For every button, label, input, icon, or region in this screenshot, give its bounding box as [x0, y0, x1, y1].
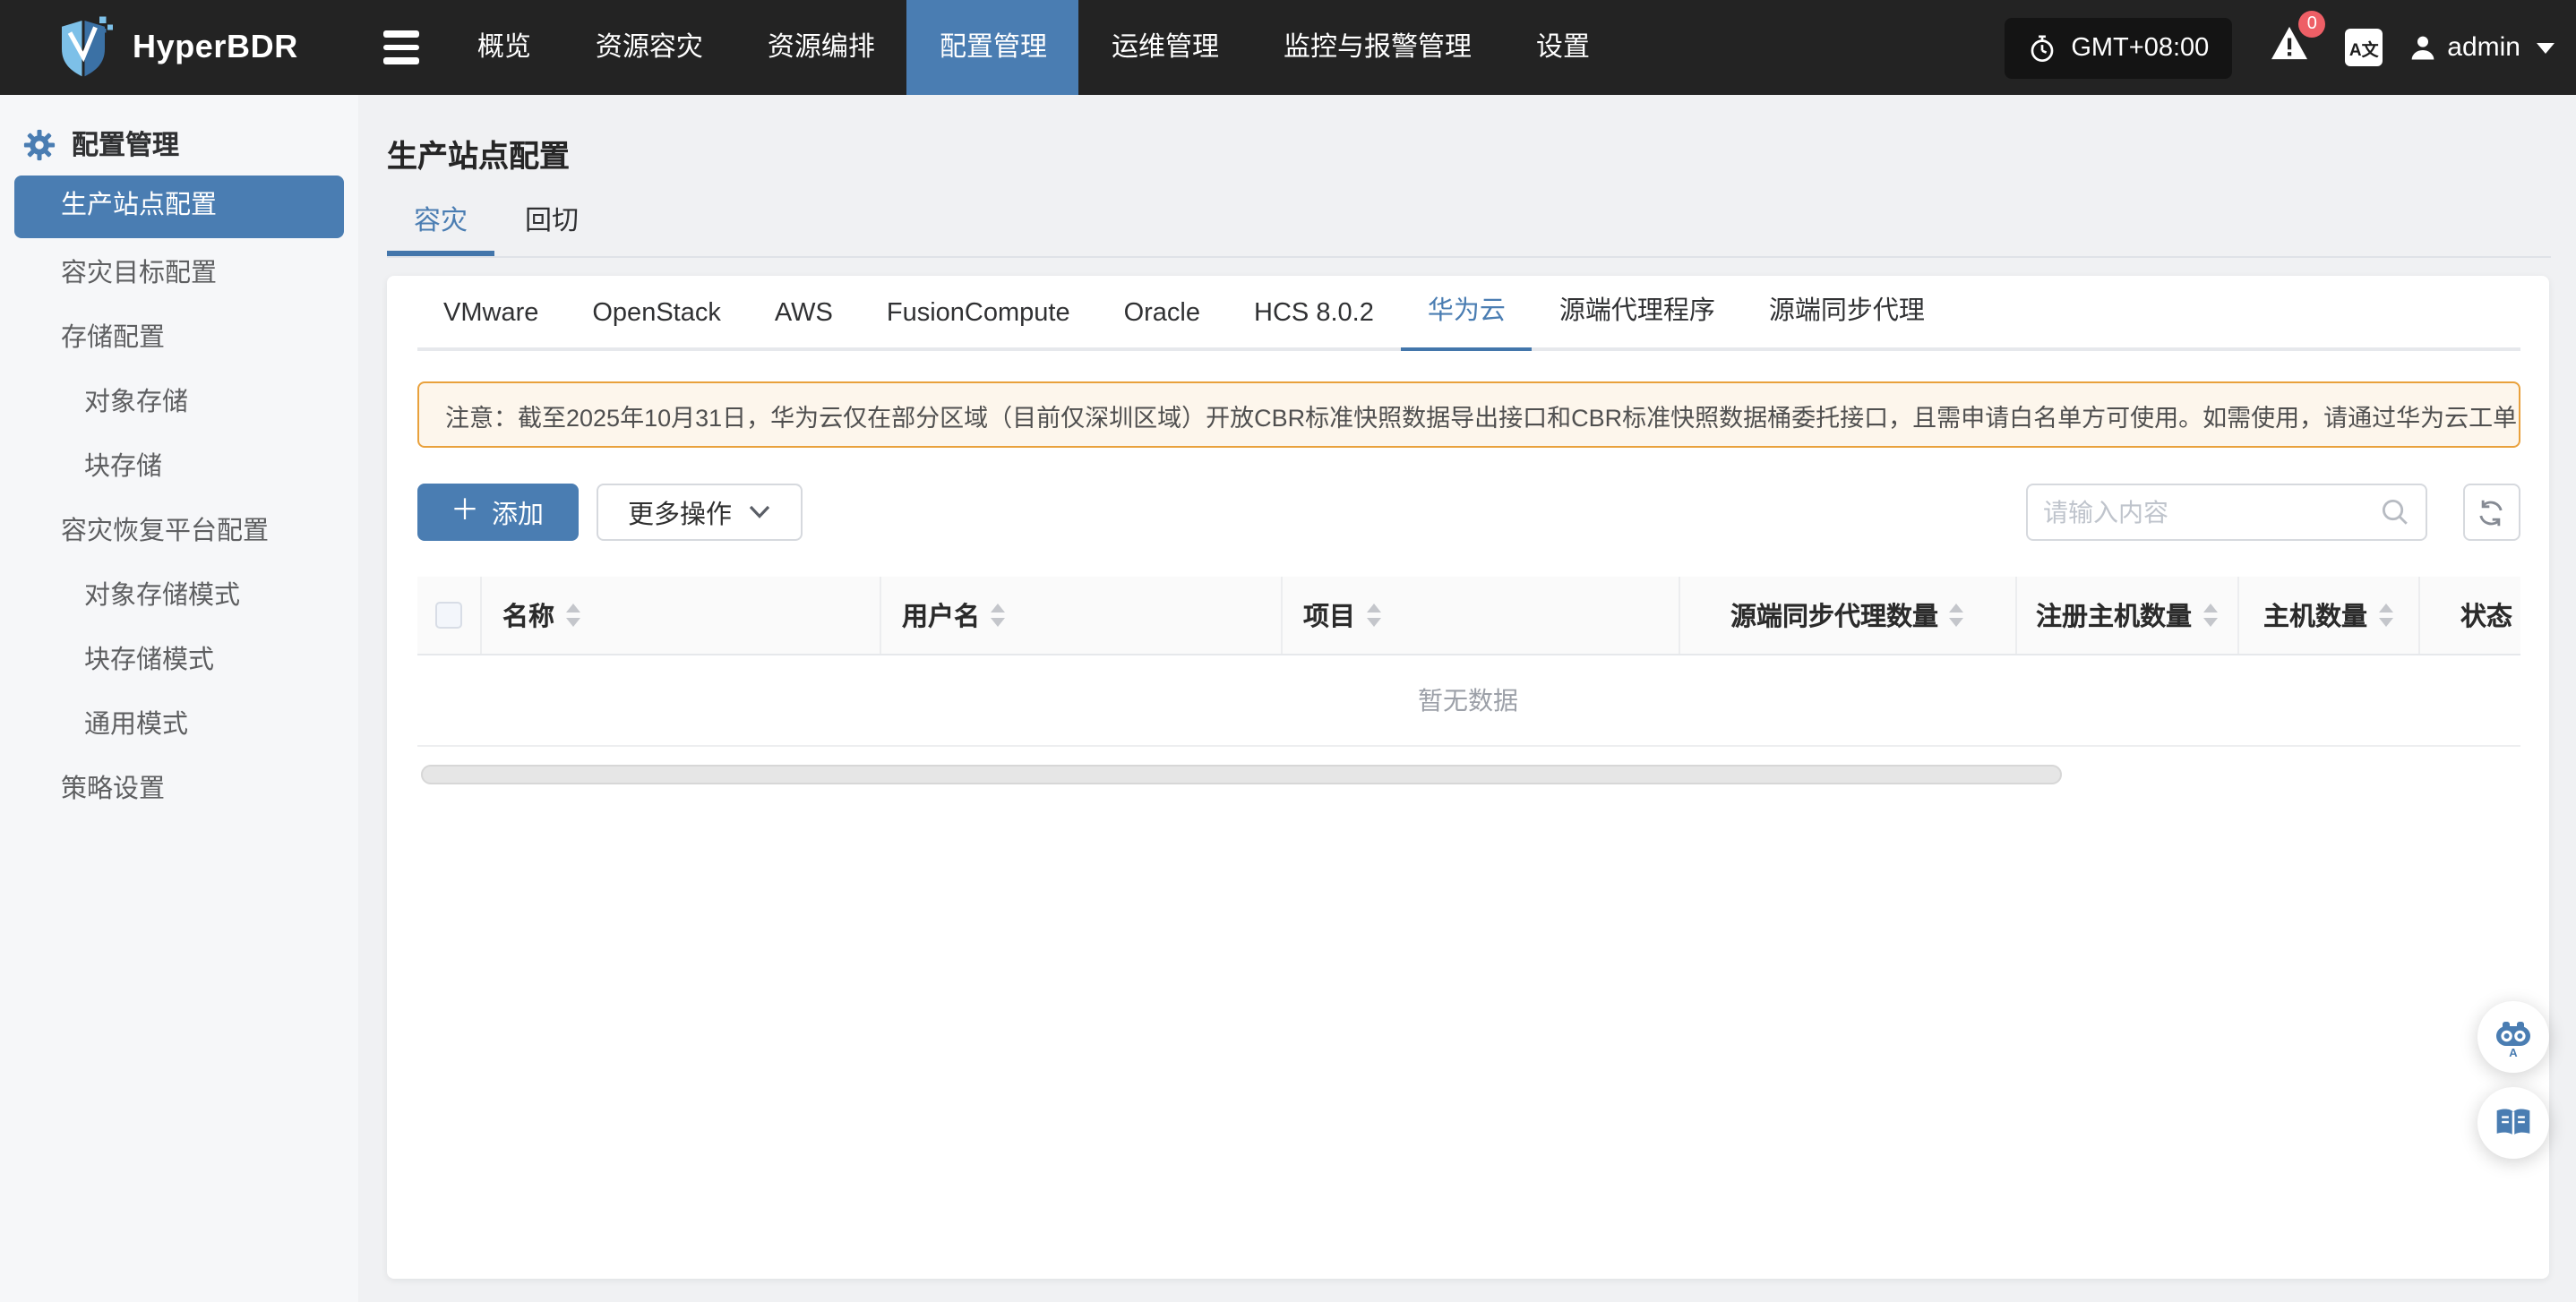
- sidebar-item-object-storage[interactable]: 对象存储: [0, 371, 358, 435]
- column-header-sync-agent-count[interactable]: 源端同步代理数量: [1679, 577, 2016, 654]
- nav-item-config-mgmt[interactable]: 配置管理: [907, 0, 1079, 95]
- sort-icon[interactable]: [2202, 604, 2217, 627]
- plus-icon: ＋: [451, 498, 479, 527]
- sidebar-item-block-storage[interactable]: 块存储: [0, 435, 358, 500]
- assistant-fab[interactable]: A: [2477, 1001, 2549, 1073]
- search-input[interactable]: [2043, 498, 2380, 527]
- nav-item-ops-mgmt[interactable]: 运维管理: [1079, 0, 1251, 95]
- sidebar-item-dr-target-config[interactable]: 容灾目标配置: [0, 242, 358, 306]
- tabs-divider: [387, 255, 2551, 258]
- user-menu[interactable]: admin: [2409, 32, 2555, 63]
- column-header-name[interactable]: 名称: [481, 577, 880, 654]
- column-header-host-count[interactable]: 主机数量: [2238, 577, 2419, 654]
- search-icon[interactable]: [2380, 498, 2409, 527]
- active-tab-indicator: [387, 251, 494, 256]
- more-actions-button[interactable]: 更多操作: [596, 484, 802, 541]
- nav-item-orchestration[interactable]: 资源编排: [735, 0, 907, 95]
- sidebar-item-storage-config[interactable]: 存储配置: [0, 306, 358, 371]
- sidebar-item-block-storage-mode[interactable]: 块存储模式: [0, 629, 358, 693]
- nav-item-overview[interactable]: 概览: [445, 0, 563, 95]
- add-button[interactable]: ＋ 添加: [416, 484, 578, 541]
- search-box: [2025, 484, 2426, 541]
- sites-table: 名称 用户名 项目 源端同步代理数量: [416, 577, 2520, 784]
- menu-toggle-icon[interactable]: [384, 31, 420, 64]
- sort-icon[interactable]: [1949, 604, 1963, 627]
- sidebar-header: 配置管理: [23, 125, 179, 163]
- page-title: 生产站点配置: [387, 131, 570, 176]
- user-name: admin: [2447, 32, 2520, 63]
- docs-fab[interactable]: [2477, 1087, 2549, 1159]
- nav-item-resource-dr[interactable]: 资源容灾: [563, 0, 735, 95]
- column-header-username[interactable]: 用户名: [880, 577, 1282, 654]
- subtab-hcs[interactable]: HCS 8.0.2: [1227, 299, 1401, 347]
- subtab-oracle[interactable]: Oracle: [1097, 299, 1227, 347]
- sidebar-item-dr-platform-config[interactable]: 容灾恢复平台配置: [0, 500, 358, 564]
- sidebar-header-label: 配置管理: [72, 125, 179, 163]
- hyperbdr-logo-icon: [54, 14, 113, 81]
- subtab-source-sync-agent[interactable]: 源端同步代理: [1742, 290, 1952, 347]
- svg-text:A: A: [2509, 1046, 2518, 1058]
- top-nav-menu: 概览 资源容灾 资源编排 配置管理 运维管理 监控与报警管理 设置: [445, 0, 1622, 95]
- robot-icon: A: [2492, 1015, 2535, 1058]
- timezone-selector[interactable]: GMT+08:00: [2005, 17, 2232, 78]
- subtab-aws[interactable]: AWS: [748, 299, 860, 347]
- sort-icon[interactable]: [2378, 604, 2392, 627]
- alert-count-badge: 0: [2298, 11, 2325, 38]
- column-header-project[interactable]: 项目: [1282, 577, 1679, 654]
- subtab-vmware[interactable]: VMware: [416, 299, 565, 347]
- horizontal-scrollbar: [416, 765, 2520, 784]
- sidebar-item-policy-settings[interactable]: 策略设置: [0, 758, 358, 822]
- stopwatch-icon: [2028, 33, 2057, 62]
- subtab-huawei-cloud[interactable]: 华为云: [1401, 290, 1533, 347]
- platform-subtabs: VMware OpenStack AWS FusionCompute Oracl…: [416, 276, 2520, 351]
- subtab-fusioncompute[interactable]: FusionCompute: [860, 299, 1097, 347]
- nav-item-settings[interactable]: 设置: [1504, 0, 1622, 95]
- content-card: VMware OpenStack AWS FusionCompute Oracl…: [387, 276, 2549, 1279]
- sort-icon[interactable]: [991, 604, 1005, 627]
- subtab-source-agent[interactable]: 源端代理程序: [1533, 290, 1742, 347]
- warning-banner-text: 注意：截至2025年10月31日，华为云仅在部分区域（目前仅深圳区域）开放CBR…: [445, 397, 2520, 433]
- sidebar: 配置管理 生产站点配置 容灾目标配置 存储配置 对象存储 块存储 容灾恢复平台配…: [0, 95, 358, 1302]
- tab-failback[interactable]: 回切: [498, 192, 605, 251]
- open-book-icon: [2494, 1103, 2533, 1143]
- main-content: 生产站点配置 容灾 回切 VMware OpenStack AWS Fusion…: [358, 95, 2576, 1302]
- column-header-status[interactable]: 状态: [2419, 577, 2520, 654]
- sidebar-item-general-mode[interactable]: 通用模式: [0, 693, 358, 758]
- sort-icon[interactable]: [1366, 604, 1380, 627]
- nav-item-monitor-alarm[interactable]: 监控与报警管理: [1251, 0, 1504, 95]
- table-header-row: 名称 用户名 项目 源端同步代理数量: [416, 577, 2520, 655]
- toolbar: ＋ 添加 更多操作: [416, 484, 2520, 541]
- brand: HyperBDR: [54, 14, 298, 81]
- column-header-registered-host-count[interactable]: 注册主机数量: [2016, 577, 2238, 654]
- user-icon: [2409, 34, 2436, 61]
- tab-disaster-recovery[interactable]: 容灾: [387, 192, 494, 251]
- navbar-right: GMT+08:00 0 A文 admin: [2005, 17, 2576, 78]
- brand-name: HyperBDR: [133, 29, 298, 66]
- header-checkbox-cell: [416, 577, 481, 654]
- refresh-icon: [2476, 497, 2506, 527]
- chevron-down-icon: [2537, 42, 2555, 53]
- language-switch-icon[interactable]: A文: [2345, 29, 2383, 66]
- sidebar-item-object-storage-mode[interactable]: 对象存储模式: [0, 564, 358, 629]
- sort-icon[interactable]: [565, 604, 580, 627]
- top-navbar: HyperBDR 概览 资源容灾 资源编排 配置管理 运维管理 监控与报警管理 …: [0, 0, 2576, 95]
- select-all-checkbox[interactable]: [434, 602, 461, 629]
- table-empty-state: 暂无数据: [416, 655, 2520, 747]
- warning-banner: 注意：截至2025年10月31日，华为云仅在部分区域（目前仅深圳区域）开放CBR…: [416, 381, 2520, 448]
- timezone-label: GMT+08:00: [2071, 33, 2209, 62]
- refresh-button[interactable]: [2462, 484, 2520, 541]
- scrollbar-thumb[interactable]: [420, 765, 2061, 784]
- app-root: HyperBDR 概览 资源容灾 资源编排 配置管理 运维管理 监控与报警管理 …: [0, 0, 2576, 1302]
- alerts-button[interactable]: 0: [2270, 25, 2309, 70]
- main-tabs: 容灾 回切: [387, 192, 2551, 256]
- chevron-down-icon: [748, 505, 769, 519]
- subtab-openstack[interactable]: OpenStack: [565, 299, 748, 347]
- sidebar-item-production-site-config[interactable]: 生产站点配置: [14, 176, 344, 238]
- gear-icon: [23, 128, 56, 160]
